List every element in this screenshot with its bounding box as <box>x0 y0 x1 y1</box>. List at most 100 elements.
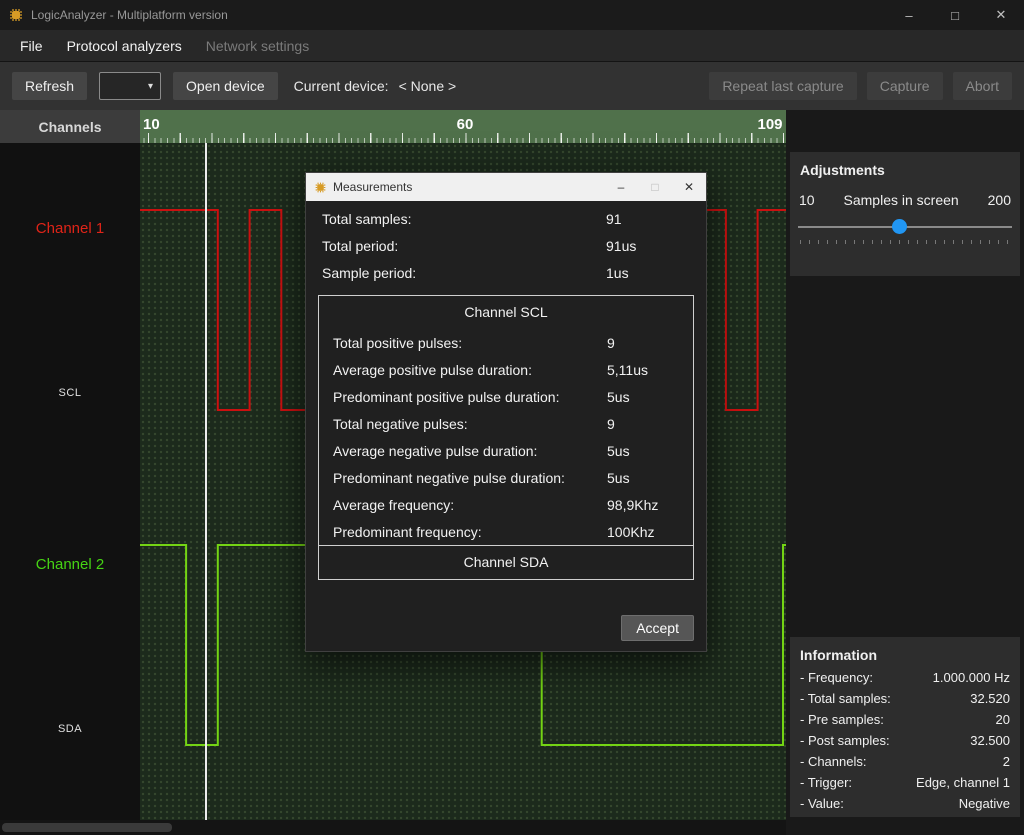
info-row-trigger: - Trigger: Edge, channel 1 <box>800 772 1010 793</box>
measurement-label: Average frequency: <box>333 497 454 513</box>
info-label: - Total samples: <box>800 688 891 709</box>
measurement-label: Total positive pulses: <box>333 335 462 351</box>
information-panel: Information - Frequency: 1.000.000 Hz - … <box>790 637 1020 817</box>
horizontal-scrollbar-thumb[interactable] <box>2 823 172 832</box>
close-button[interactable]: ✕ <box>978 0 1024 30</box>
measurement-value: 91us <box>606 238 636 254</box>
measurement-label: Predominant negative pulse duration: <box>333 470 565 486</box>
info-label: - Frequency: <box>800 667 873 688</box>
samples-min-value: 10 <box>799 192 815 208</box>
info-value: Edge, channel 1 <box>916 772 1010 793</box>
info-label: - Pre samples: <box>800 709 884 730</box>
accept-button[interactable]: Accept <box>621 615 694 641</box>
sample-ruler: 10 60 109 <box>140 110 786 143</box>
channel-labels: Channel 1 SCL Channel 2 SDA <box>0 143 140 820</box>
measurement-label: Average negative pulse duration: <box>333 443 537 459</box>
current-device-value: < None > <box>399 78 457 94</box>
capture-button[interactable]: Capture <box>867 72 943 100</box>
samples-slider-thumb[interactable] <box>892 219 907 234</box>
minimize-button[interactable]: – <box>886 0 932 30</box>
menu-network-settings: Network settings <box>194 33 321 59</box>
repeat-last-capture-button[interactable]: Repeat last capture <box>709 72 856 100</box>
current-device-label: Current device: <box>294 78 389 94</box>
info-label: - Trigger: <box>800 772 852 793</box>
channel-2-signal: SDA <box>0 723 140 735</box>
info-row-channels: - Channels: 2 <box>800 751 1010 772</box>
window-controls: – □ ✕ <box>886 0 1024 30</box>
dialog-maximize-button: □ <box>638 173 672 201</box>
adjustments-title: Adjustments <box>790 152 1020 178</box>
info-label: - Post samples: <box>800 730 890 751</box>
app-window: LogicAnalyzer - Multiplatform version – … <box>0 0 1024 835</box>
titlebar: LogicAnalyzer - Multiplatform version – … <box>0 0 1024 30</box>
measurement-row: Predominant negative pulse duration: 5us <box>319 464 693 491</box>
abort-button[interactable]: Abort <box>953 72 1012 100</box>
channel-sda-section: Channel SDA <box>318 546 694 580</box>
info-label: - Channels: <box>800 751 866 772</box>
measurement-row: Average frequency: 98,9Khz <box>319 491 693 518</box>
measurement-value: 5us <box>607 470 630 486</box>
measurement-row: Average negative pulse duration: 5us <box>319 437 693 464</box>
channels-header: Channels <box>0 110 140 143</box>
info-value: 20 <box>996 709 1010 730</box>
channel-scl-section: Channel SCL Total positive pulses: 9 Ave… <box>318 295 694 546</box>
side-pane: Adjustments 10 Samples in screen 200 Inf… <box>786 110 1024 835</box>
channel-scl-title: Channel SCL <box>319 296 693 329</box>
maximize-button[interactable]: □ <box>932 0 978 30</box>
measurement-label: Average positive pulse duration: <box>333 362 532 378</box>
chevron-down-icon: ▾ <box>148 81 153 92</box>
dialog-titlebar: Measurements – □ ✕ <box>306 173 706 201</box>
channel-1-name: Channel 1 <box>0 220 140 237</box>
measurement-value: 1us <box>606 265 629 281</box>
measurement-value: 9 <box>607 335 615 351</box>
info-value: 32.520 <box>970 688 1010 709</box>
measurement-value: 98,9Khz <box>607 497 658 513</box>
samples-max-value: 200 <box>988 192 1011 208</box>
measurement-label: Predominant positive pulse duration: <box>333 389 559 405</box>
horizontal-scrollbar[interactable] <box>0 820 786 835</box>
dialog-body: Total samples: 91 Total period: 91us Sam… <box>306 201 706 651</box>
information-title: Information <box>790 637 1020 663</box>
measurement-label: Sample period: <box>322 265 416 281</box>
measurement-row: Total samples: 91 <box>306 205 706 232</box>
measurement-label: Total negative pulses: <box>333 416 468 432</box>
dialog-minimize-button[interactable]: – <box>604 173 638 201</box>
measurement-row: Average positive pulse duration: 5,11us <box>319 356 693 383</box>
measurements-dialog: Measurements – □ ✕ Total samples: 91 Tot… <box>305 172 707 652</box>
info-row-total-samples: - Total samples: 32.520 <box>800 688 1010 709</box>
adjustments-panel: Adjustments 10 Samples in screen 200 <box>790 152 1020 276</box>
samples-slider-ticks <box>800 240 1010 244</box>
measurement-value: 100Khz <box>607 524 654 540</box>
info-value: 1.000.000 Hz <box>933 667 1010 688</box>
samples-slider[interactable] <box>798 218 1012 236</box>
menubar: File Protocol analyzers Network settings <box>0 30 1024 62</box>
channel-2-name: Channel 2 <box>0 556 140 573</box>
measurement-row: Sample period: 1us <box>306 259 706 286</box>
trigger-line <box>205 143 207 820</box>
device-select[interactable]: ▾ <box>99 72 161 100</box>
measurement-value: 5us <box>607 443 630 459</box>
toolbar: Refresh ▾ Open device Current device: < … <box>0 62 1024 110</box>
information-rows: - Frequency: 1.000.000 Hz - Total sample… <box>790 663 1020 814</box>
menu-file[interactable]: File <box>8 33 55 59</box>
channel-1-signal: SCL <box>0 387 140 399</box>
app-icon <box>8 7 24 23</box>
window-title: LogicAnalyzer - Multiplatform version <box>31 8 228 22</box>
dialog-app-icon <box>314 181 327 194</box>
dialog-title: Measurements <box>333 180 412 194</box>
ruler-row: Channels 10 60 109 <box>0 110 786 143</box>
ruler-tick-start: 10 <box>143 116 160 133</box>
menu-protocol-analyzers[interactable]: Protocol analyzers <box>55 33 194 59</box>
info-label: - Value: <box>800 793 844 814</box>
measurement-row: Total positive pulses: 9 <box>319 329 693 356</box>
open-device-button[interactable]: Open device <box>173 72 278 100</box>
dialog-close-button[interactable]: ✕ <box>672 173 706 201</box>
samples-in-screen-label: Samples in screen <box>844 192 959 208</box>
measurement-value: 91 <box>606 211 622 227</box>
ruler-tick-mid: 60 <box>457 116 474 133</box>
measurement-label: Total samples: <box>322 211 411 227</box>
measurement-row: Predominant frequency: 100Khz <box>319 518 693 545</box>
info-value: Negative <box>959 793 1010 814</box>
refresh-button[interactable]: Refresh <box>12 72 87 100</box>
info-row-post-samples: - Post samples: 32.500 <box>800 730 1010 751</box>
